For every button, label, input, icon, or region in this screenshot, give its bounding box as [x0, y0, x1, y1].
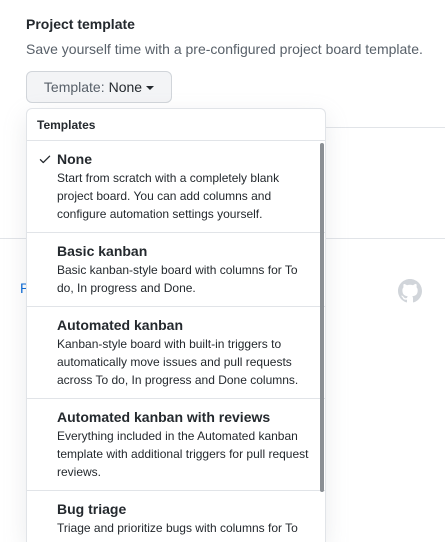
description-line: project board. You can add columns and — [57, 189, 272, 203]
template-button-value: None — [108, 79, 143, 95]
template-list: None Start from scratch with a completely… — [27, 141, 325, 542]
description-line: across To do, In progress and Done colum… — [57, 373, 299, 387]
section-title: Project template — [26, 16, 135, 32]
template-option-description: Basic kanban-style board with columns fo… — [57, 261, 319, 297]
section-description: Save yourself time with a pre-configured… — [26, 41, 423, 57]
template-option-name: Automated kanban with reviews — [57, 409, 271, 425]
template-option-automated-kanban-with-reviews[interactable]: Automated kanban with reviews Everything … — [27, 399, 325, 491]
description-line: configure automation settings yourself. — [57, 207, 263, 221]
template-option-description: Triage and prioritize bugs with columns … — [57, 519, 319, 537]
description-line: do, In progress and Done. — [57, 281, 196, 295]
github-mark-icon[interactable] — [398, 279, 422, 303]
description-line: template with additional triggers for pu… — [57, 447, 309, 461]
description-line: reviews. — [57, 465, 102, 479]
template-option-name: Basic kanban — [57, 243, 148, 259]
template-option-bug-triage[interactable]: Bug triage Triage and prioritize bugs wit… — [27, 491, 325, 542]
caret-down-icon — [146, 86, 155, 90]
template-option-name: Automated kanban — [57, 317, 184, 333]
description-line: Kanban-style board with built-in trigger… — [57, 337, 282, 351]
template-option-description: Start from scratch with a completely bla… — [57, 169, 319, 223]
check-icon — [39, 155, 51, 164]
template-option-none[interactable]: None Start from scratch with a completely… — [27, 141, 325, 233]
template-option-name: Bug triage — [57, 501, 127, 517]
template-option-description: Kanban-style board with built-in trigger… — [57, 335, 319, 389]
template-dropdown: Templates None Start from scratch with a … — [26, 108, 326, 542]
description-line: automatically move issues and pull reque… — [57, 355, 292, 369]
template-button-prefix: Template: — [43, 79, 105, 95]
description-line: Everything included in the Automated kan… — [57, 429, 298, 443]
template-select-button[interactable]: Template: None — [26, 71, 172, 103]
description-line: Start from scratch with a completely bla… — [57, 171, 280, 185]
description-line: Basic kanban-style board with columns fo… — [57, 263, 298, 277]
scrollbar-thumb[interactable] — [320, 143, 324, 492]
template-option-basic-kanban[interactable]: Basic kanban Basic kanban-style board wit… — [27, 233, 325, 307]
template-option-description: Everything included in the Automated kan… — [57, 427, 319, 481]
divider — [325, 127, 445, 128]
dropdown-header: Templates — [27, 109, 325, 141]
template-option-name: None — [57, 151, 92, 167]
description-line: Triage and prioritize bugs with columns … — [57, 521, 298, 535]
template-option-automated-kanban[interactable]: Automated kanban Kanban-style board with … — [27, 307, 325, 399]
